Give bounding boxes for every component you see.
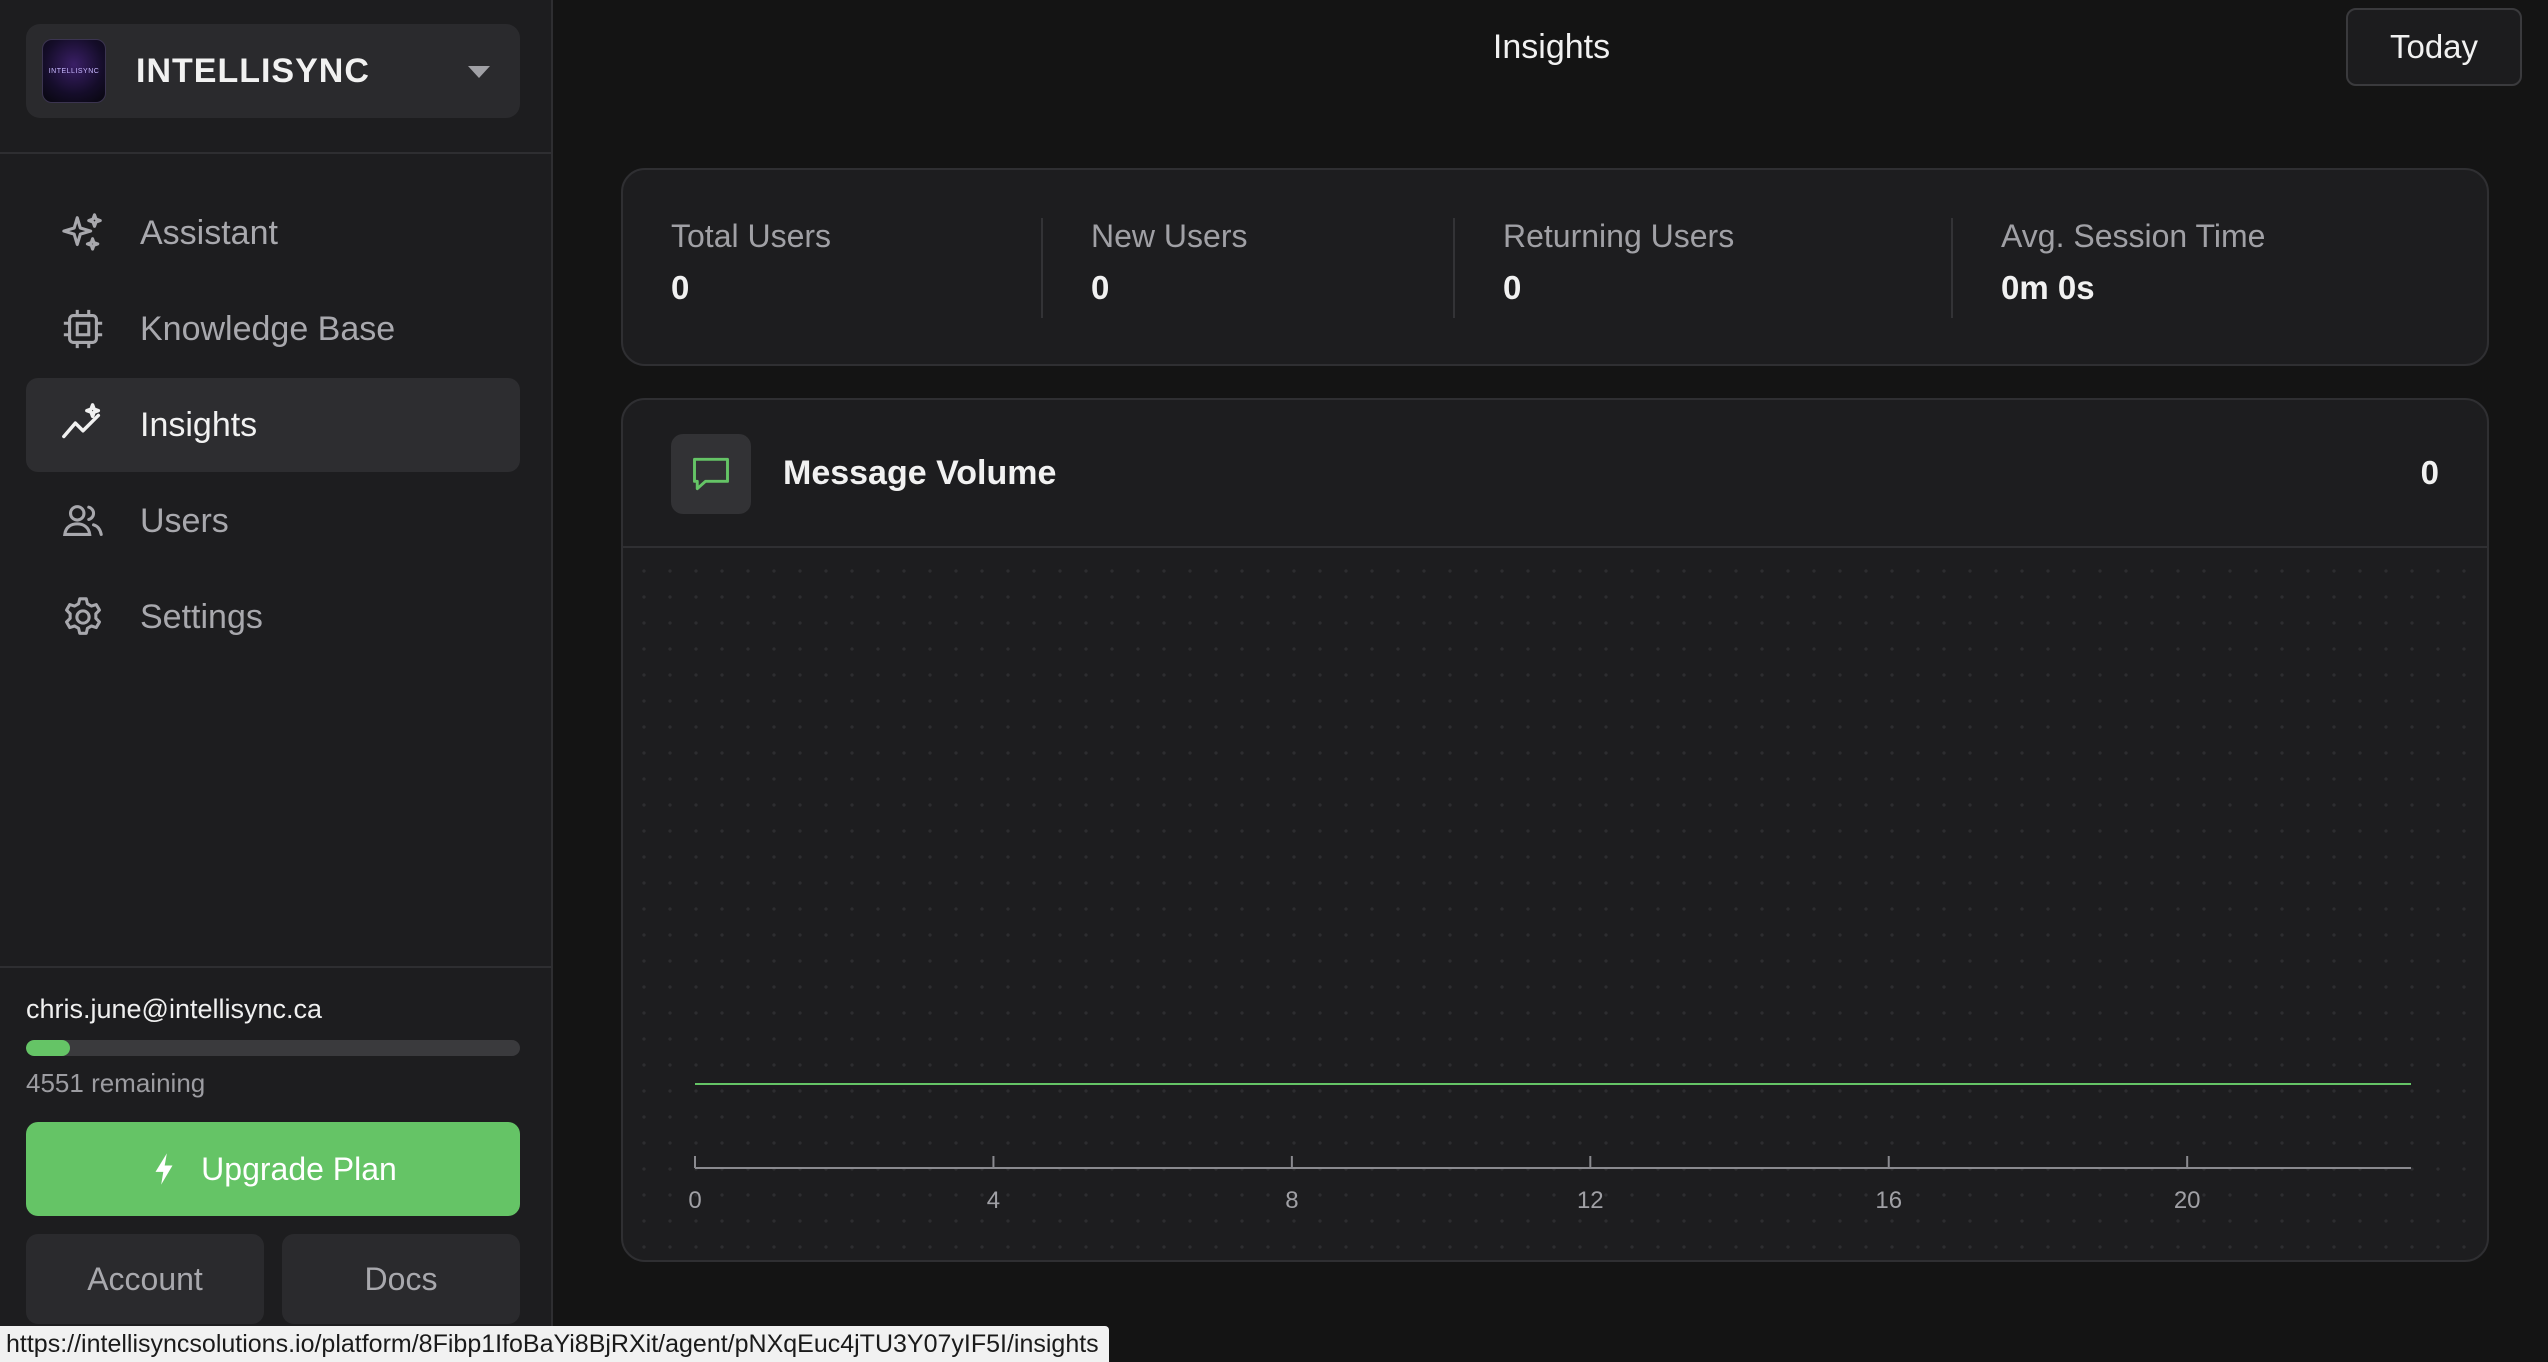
stat-value: 0m 0s [2001, 269, 2095, 306]
message-volume-header: Message Volume 0 [623, 400, 2487, 548]
sidebar-item-label: Knowledge Base [140, 309, 396, 348]
stat-divider [1041, 218, 1043, 318]
sidebar-item-label: Assistant [140, 213, 278, 252]
stat-divider [1453, 218, 1455, 318]
workspace-switcher[interactable]: INTELLISYNC INTELLISYNC [26, 24, 520, 118]
stat-divider [1951, 218, 1953, 318]
user-email: chris.june@intellisync.ca [26, 994, 323, 1024]
message-volume-total: 0 [2420, 454, 2439, 491]
trend-sparkle-icon [60, 402, 106, 448]
workspace-logo-text: INTELLISYNC [48, 67, 100, 75]
line-chart: 0 4 8 12 16 20 [688, 1083, 2411, 1214]
account-button[interactable]: Account [26, 1234, 264, 1324]
account-button-label: Account [87, 1260, 203, 1297]
stat-value: 0 [1503, 269, 1522, 306]
usage-remaining: 4551 remaining [26, 1068, 206, 1098]
sidebar-nav: Assistant Knowledge Base Insights Users … [26, 186, 520, 666]
chat-bubble-icon [671, 434, 751, 514]
workspace-logo: INTELLISYNC [42, 39, 106, 103]
sidebar-divider [0, 966, 553, 968]
gear-icon [60, 594, 106, 640]
stat-avg-session-time: Avg. Session Time 0m 0s [2001, 218, 2265, 307]
stat-value: 0 [671, 269, 690, 306]
x-tick-label: 4 [987, 1187, 1000, 1214]
sidebar-item-insights[interactable]: Insights [26, 378, 520, 472]
x-tick-label: 12 [1577, 1187, 1604, 1214]
stat-label: Returning Users [1503, 218, 1735, 254]
stat-value: 0 [1091, 269, 1110, 306]
stat-new-users: New Users 0 [1091, 218, 1247, 307]
upgrade-plan-label: Upgrade Plan [201, 1150, 397, 1187]
sidebar-item-label: Users [140, 501, 229, 540]
sidebar-divider [0, 152, 553, 154]
sidebar-item-users[interactable]: Users [26, 474, 520, 568]
docs-button-label: Docs [364, 1260, 438, 1297]
sparkles-icon [60, 210, 106, 256]
x-tick-label: 16 [1875, 1187, 1902, 1214]
stat-label: Avg. Session Time [2001, 218, 2266, 254]
stat-returning-users: Returning Users 0 [1503, 218, 1734, 307]
app-root: INTELLISYNC INTELLISYNC Assistant Knowle… [0, 0, 2548, 1362]
sidebar: INTELLISYNC INTELLISYNC Assistant Knowle… [0, 0, 553, 1362]
message-volume-title: Message Volume [783, 454, 1057, 492]
workspace-name: INTELLISYNC [136, 51, 370, 90]
docs-button[interactable]: Docs [282, 1234, 520, 1324]
x-tick-label: 8 [1285, 1187, 1298, 1214]
stats-card: Total Users 0 New Users 0 Returning User… [621, 168, 2489, 366]
sidebar-item-assistant[interactable]: Assistant [26, 186, 520, 280]
main-content: Insights Today Total Users 0 New Users 0… [555, 0, 2548, 1362]
date-range-label: Today [2389, 28, 2479, 65]
usage-progress-bar [26, 1040, 520, 1056]
usage-progress-fill [26, 1040, 71, 1056]
chevron-down-icon [468, 66, 490, 78]
users-icon [60, 498, 106, 544]
x-tick-label: 0 [688, 1187, 701, 1214]
status-bar-url: https://intellisyncsolutions.io/platform… [0, 1326, 1109, 1362]
stat-total-users: Total Users 0 [671, 218, 831, 307]
sidebar-item-label: Insights [140, 405, 258, 444]
message-volume-chart: 0 4 8 12 16 20 [623, 550, 2487, 1260]
x-tick-label: 20 [2174, 1187, 2201, 1214]
sidebar-item-settings[interactable]: Settings [26, 570, 520, 664]
stat-label: Total Users [671, 218, 832, 254]
sidebar-item-label: Settings [140, 597, 263, 636]
date-range-button[interactable]: Today [2346, 8, 2522, 86]
lightning-bolt-icon [155, 1153, 173, 1185]
page-title: Insights [1492, 28, 1611, 66]
message-volume-card: Message Volume 0 0 4 8 12 16 20 [621, 398, 2489, 1262]
stat-label: New Users [1091, 218, 1248, 254]
upgrade-plan-button[interactable]: Upgrade Plan [26, 1122, 520, 1216]
sidebar-item-knowledge-base[interactable]: Knowledge Base [26, 282, 520, 376]
cpu-chip-icon [60, 306, 106, 352]
